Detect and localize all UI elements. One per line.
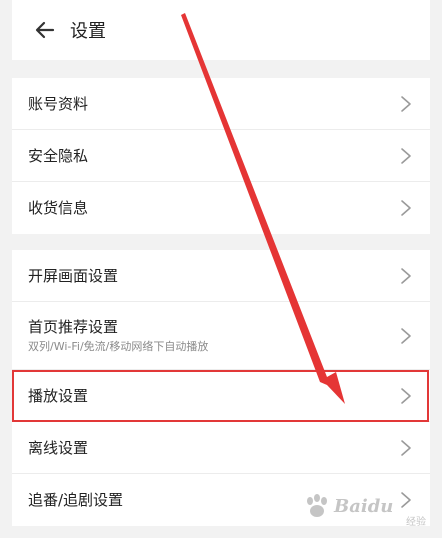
row-security-privacy[interactable]: 安全隐私	[12, 130, 430, 182]
chevron-right-icon	[401, 200, 411, 216]
row-label: 离线设置	[28, 438, 89, 457]
settings-screen: 设置 账号资料 安全隐私 收货信息 开屏画面设置 首页推荐设置 双列/Wi-Fi…	[0, 0, 442, 538]
back-arrow-icon	[35, 21, 55, 39]
page-title: 设置	[70, 21, 106, 42]
chevron-right-icon	[401, 327, 411, 344]
settings-group-account: 账号资料 安全隐私 收货信息	[12, 78, 430, 234]
row-label: 收货信息	[28, 199, 89, 217]
chevron-right-icon	[401, 147, 411, 164]
row-text: 首页推荐设置 双列/Wi-Fi/免流/移动网络下自动播放	[28, 317, 208, 354]
chevron-right-icon	[401, 95, 411, 112]
row-label: 开屏画面设置	[28, 266, 119, 285]
chevron-right-icon	[401, 267, 411, 284]
back-button[interactable]	[22, 0, 68, 60]
row-follow-series-settings[interactable]: 追番/追剧设置	[12, 474, 430, 526]
row-label: 账号资料	[28, 94, 89, 113]
row-label: 安全隐私	[28, 146, 89, 165]
row-shipping-info[interactable]: 收货信息	[12, 182, 430, 234]
chevron-right-icon	[401, 439, 411, 456]
header: 设置	[12, 0, 430, 60]
row-label: 追番/追剧设置	[28, 491, 124, 509]
row-sublabel: 双列/Wi-Fi/免流/移动网络下自动播放	[28, 340, 209, 353]
row-label: 首页推荐设置	[28, 318, 119, 336]
row-home-recommend-settings[interactable]: 首页推荐设置 双列/Wi-Fi/免流/移动网络下自动播放	[12, 302, 430, 370]
row-playback-settings[interactable]: 播放设置	[12, 370, 430, 422]
row-splash-screen-settings[interactable]: 开屏画面设置	[12, 250, 430, 302]
chevron-right-icon	[401, 492, 411, 508]
row-label: 播放设置	[28, 386, 89, 405]
chevron-right-icon	[401, 387, 411, 404]
row-offline-settings[interactable]: 离线设置	[12, 422, 430, 474]
settings-group-playback: 开屏画面设置 首页推荐设置 双列/Wi-Fi/免流/移动网络下自动播放 播放设置…	[12, 250, 430, 526]
row-account-profile[interactable]: 账号资料	[12, 78, 430, 130]
